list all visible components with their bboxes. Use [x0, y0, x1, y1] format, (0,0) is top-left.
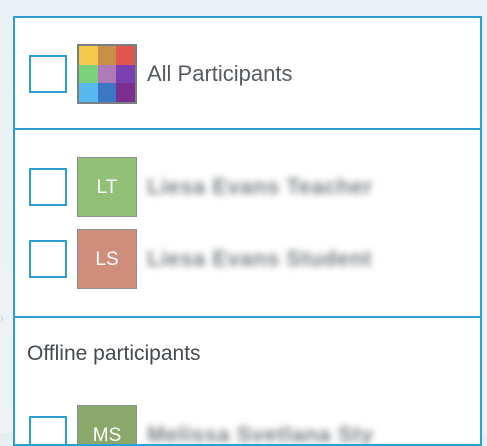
offline-participants-section: Offline participants MS Melissa Svetlana…	[15, 318, 480, 446]
mosaic-tile	[97, 46, 117, 65]
participant-name: Liesa Evans Teacher	[147, 174, 373, 199]
mosaic-tile	[116, 64, 135, 84]
offline-participants-heading: Offline participants	[27, 342, 201, 365]
all-participants-checkbox[interactable]	[29, 55, 67, 93]
all-participants-row[interactable]: All Participants	[29, 44, 469, 104]
mosaic-tile	[116, 83, 135, 102]
background-chevron-icon: ›	[0, 311, 4, 325]
mosaic-tile	[79, 83, 98, 102]
online-participants-section: LT Liesa Evans Teacher LS Liesa Evans St…	[15, 130, 480, 318]
participant-checkbox[interactable]	[29, 416, 67, 444]
participants-panel: All Participants LT Liesa Evans Teacher …	[13, 16, 482, 446]
participant-name: Liesa Evans Student	[147, 246, 372, 271]
participant-avatar: LS	[77, 229, 137, 289]
participant-checkbox[interactable]	[29, 240, 67, 278]
group-mosaic-icon	[77, 44, 137, 104]
all-participants-section: All Participants	[15, 18, 480, 130]
participant-row[interactable]: MS Melissa Svetlana Sty	[29, 405, 469, 446]
mosaic-tile	[79, 46, 98, 65]
participant-row[interactable]: LT Liesa Evans Teacher	[29, 157, 469, 217]
participant-avatar: MS	[77, 405, 137, 444]
participant-checkbox[interactable]	[29, 168, 67, 206]
all-participants-label: All Participants	[147, 61, 293, 86]
participant-name: Melissa Svetlana Sty	[147, 422, 374, 446]
mosaic-tile	[116, 46, 135, 65]
mosaic-tile	[97, 83, 117, 102]
participant-avatar: LT	[77, 157, 137, 217]
participant-row[interactable]: LS Liesa Evans Student	[29, 229, 469, 289]
mosaic-tile	[97, 64, 117, 84]
mosaic-tile	[79, 64, 98, 84]
